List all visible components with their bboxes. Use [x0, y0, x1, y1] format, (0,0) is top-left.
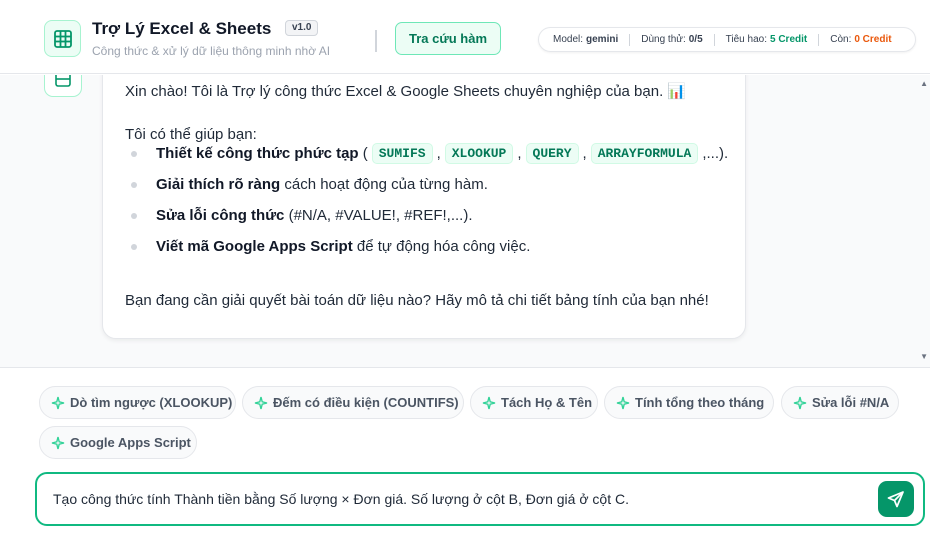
sparkle-icon: [616, 396, 630, 410]
capability-list: Thiết kế công thức phức tạp ( SUMIFS, XL…: [125, 138, 728, 262]
assistant-message: Xin chào! Tôi là Trợ lý công thức Excel …: [102, 75, 746, 339]
list-item: Thiết kế công thức phức tạp ( SUMIFS, XL…: [125, 138, 728, 169]
send-button[interactable]: [878, 481, 914, 517]
list-item: Giải thích rõ ràng cách hoạt động của từ…: [125, 169, 728, 200]
message-greeting: Xin chào! Tôi là Trợ lý công thức Excel …: [125, 83, 687, 100]
stat-remaining: Còn: 0 Credit: [830, 34, 892, 45]
bot-avatar: [44, 75, 82, 97]
cost-value: 5 Credit: [769, 34, 808, 45]
trial-value: 0/5: [688, 34, 703, 45]
stat-trial: Dùng thử: 0/5: [641, 33, 725, 46]
sparkle-icon: [254, 396, 268, 410]
suggestion-chip-split-name[interactable]: Tách Họ & Tên: [470, 386, 598, 419]
model-value: gemini: [586, 34, 619, 45]
app-title: Trợ Lý Excel & Sheets: [92, 19, 272, 38]
suggestion-chip-monthly-sum[interactable]: Tính tổng theo tháng: [604, 386, 774, 419]
code-arrayformula: ARRAYFORMULA: [590, 143, 699, 164]
remaining-value: 0 Credit: [854, 34, 892, 45]
function-lookup-button[interactable]: Tra cứu hàm: [395, 22, 501, 55]
message-input[interactable]: [53, 488, 873, 510]
chat-area[interactable]: Xin chào! Tôi là Trợ lý công thức Excel …: [0, 75, 930, 367]
suggestion-chip-countifs[interactable]: Đếm có điều kiện (COUNTIFS): [242, 386, 464, 419]
sparkle-icon: [51, 436, 65, 450]
message-input-box[interactable]: [35, 472, 925, 526]
usage-stats: Model: gemini Dùng thử: 0/5 Tiêu hao: 5 …: [538, 27, 916, 52]
list-item: Viết mã Google Apps Script để tự động hó…: [125, 231, 728, 262]
suggestion-chip-apps-script[interactable]: Google Apps Script: [39, 426, 197, 459]
bot-icon: [55, 75, 71, 87]
code-xlookup: XLOOKUP: [444, 143, 514, 164]
app-subtitle: Công thức & xử lý dữ liệu thông minh nhờ…: [92, 44, 331, 58]
header-divider: [375, 30, 377, 52]
stat-model: Model: gemini: [553, 33, 641, 46]
scroll-down-arrow-icon[interactable]: ▼: [920, 352, 928, 361]
suggestion-chip-xlookup[interactable]: Dò tìm ngược (XLOOKUP): [39, 386, 236, 419]
stat-cost: Tiêu hao: 5 Credit: [726, 33, 831, 46]
suggestion-chip-fix-na[interactable]: Sửa lỗi #N/A: [781, 386, 899, 419]
send-icon: [887, 491, 904, 508]
table-grid-icon: [44, 20, 81, 57]
code-sumifs: SUMIFS: [371, 143, 433, 164]
version-badge: v1.0: [285, 20, 319, 36]
message-closing: Bạn đang cần giải quyết bài toán dữ liệu…: [125, 292, 709, 309]
app-header: Trợ Lý Excel & Sheets v1.0 Công thức & x…: [0, 0, 930, 74]
sparkle-icon: [482, 396, 496, 410]
list-item: Sửa lỗi công thức (#N/A, #VALUE!, #REF!,…: [125, 200, 728, 231]
sparkle-icon: [51, 396, 65, 410]
sparkle-icon: [793, 396, 807, 410]
composer-area: Dò tìm ngược (XLOOKUP) Đếm có điều kiện …: [0, 367, 930, 534]
scroll-up-arrow-icon[interactable]: ▲: [920, 79, 928, 88]
code-query: QUERY: [525, 143, 579, 164]
